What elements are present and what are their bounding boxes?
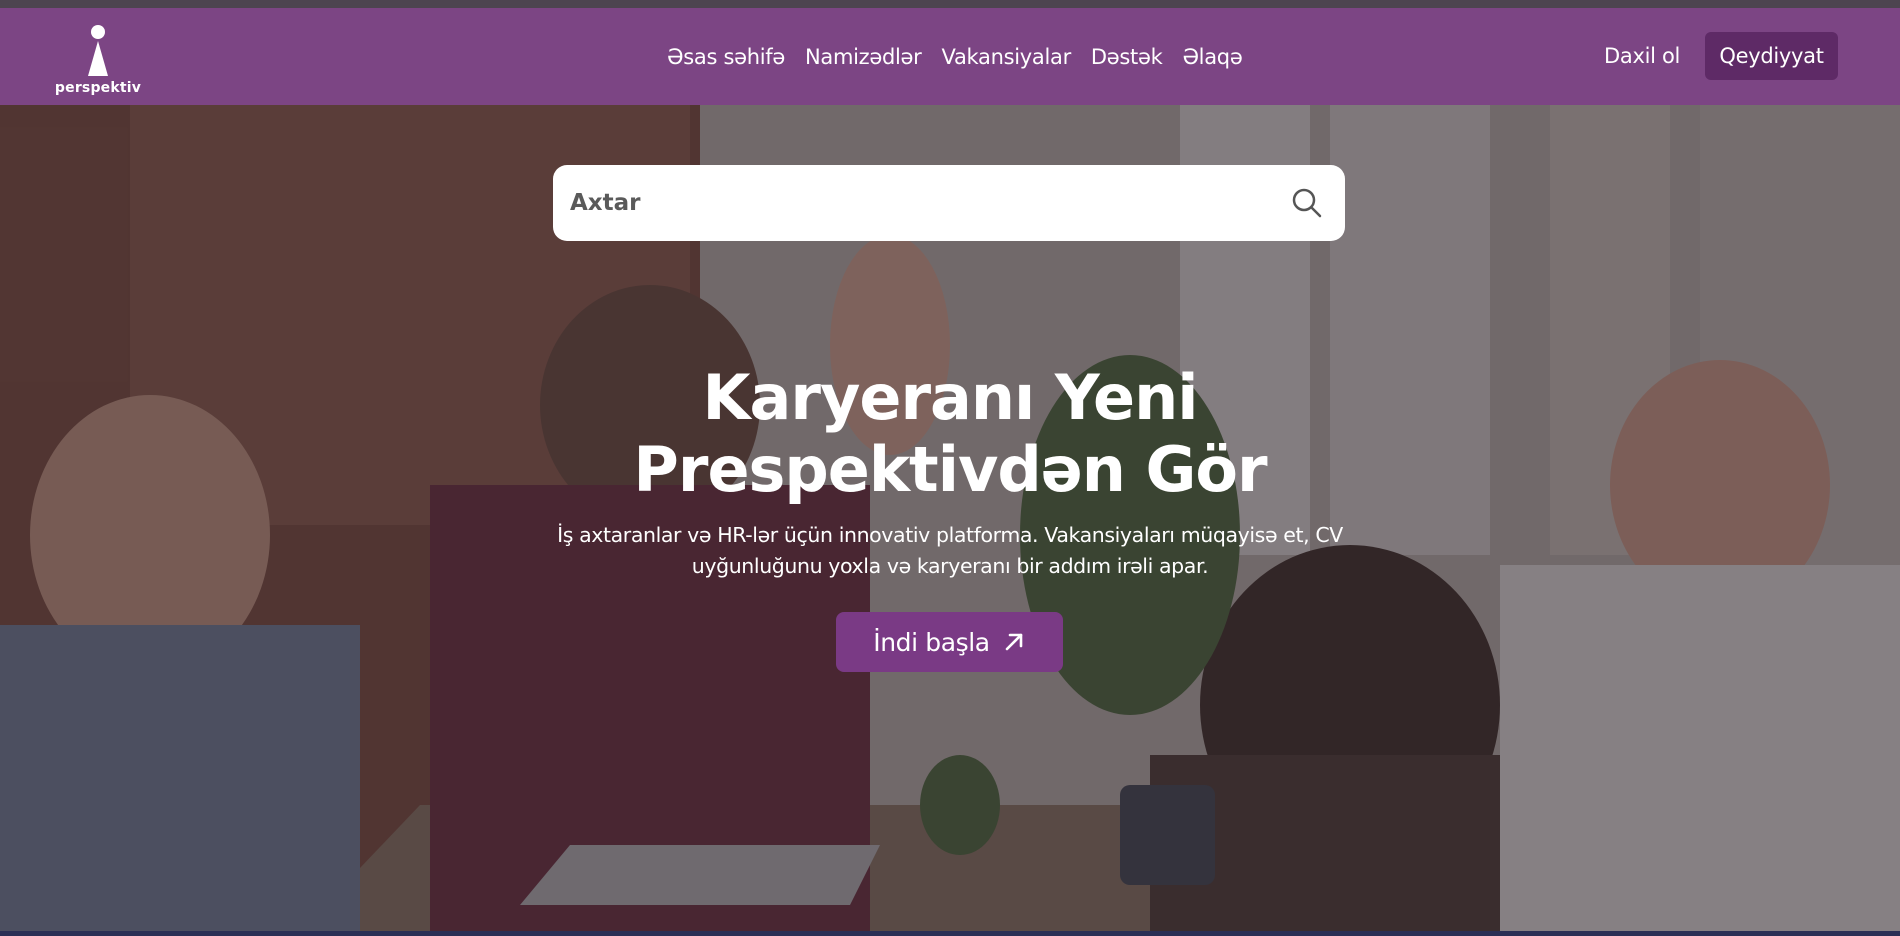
keyhole-person-icon bbox=[88, 25, 108, 76]
hero-subtitle-line2: uyğunluğunu yoxla və karyeranı bir addım… bbox=[691, 554, 1209, 578]
search-input[interactable] bbox=[570, 190, 1270, 216]
search-bar bbox=[553, 165, 1345, 241]
get-started-button[interactable]: İndi başla bbox=[836, 612, 1063, 672]
hero-title-line2: Prespektivdən Gör bbox=[633, 433, 1267, 506]
login-link[interactable]: Daxil ol bbox=[1604, 44, 1680, 68]
navbar: perspektiv Əsas səhifə Namizədlər Vakans… bbox=[0, 8, 1900, 105]
brand-name: perspektiv bbox=[54, 80, 142, 96]
hero-subtitle: İş axtaranlar və HR-lər üçün innovativ p… bbox=[540, 520, 1360, 582]
hero-title: Karyeranı Yeni Prespektivdən Gör bbox=[550, 362, 1350, 506]
nav-link-contact[interactable]: Əlaqə bbox=[1182, 45, 1242, 69]
arrow-up-right-icon bbox=[1005, 633, 1023, 651]
nav-link-vacancies[interactable]: Vakansiyalar bbox=[942, 45, 1072, 69]
register-button[interactable]: Qeydiyyat bbox=[1705, 32, 1838, 80]
brand-logo[interactable]: perspektiv bbox=[54, 16, 142, 98]
hero-subtitle-line1: İş axtaranlar və HR-lər üçün innovativ p… bbox=[557, 523, 1343, 547]
hero-title-line1: Karyeranı Yeni bbox=[702, 361, 1199, 434]
nav-link-candidates[interactable]: Namizədlər bbox=[805, 45, 922, 69]
top-border bbox=[0, 0, 1900, 8]
main-nav: Əsas səhifə Namizədlər Vakansiyalar Dəst… bbox=[667, 8, 1243, 105]
nav-link-support[interactable]: Dəstək bbox=[1091, 45, 1163, 69]
bottom-border bbox=[0, 931, 1900, 936]
get-started-label: İndi başla bbox=[873, 627, 990, 657]
nav-link-home[interactable]: Əsas səhifə bbox=[667, 45, 785, 69]
search-icon[interactable] bbox=[1291, 187, 1323, 219]
